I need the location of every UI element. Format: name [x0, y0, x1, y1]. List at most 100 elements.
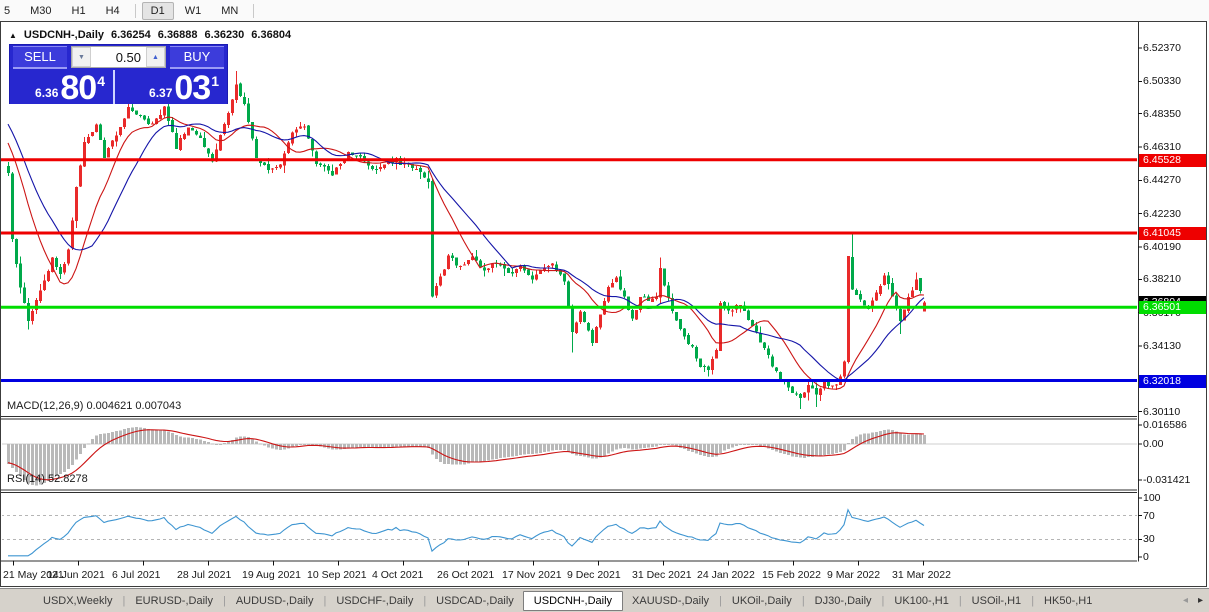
collapse-arrow-icon[interactable]: ▲ — [9, 31, 17, 40]
date-axis-label: 10 Sep 2021 — [307, 569, 367, 581]
candles — [7, 71, 926, 409]
tab-dj30-daily[interactable]: DJ30-,Daily — [806, 592, 881, 610]
tab-xauusd-daily[interactable]: XAUUSD-,Daily — [623, 592, 718, 610]
sell-price-small: 6.36 — [35, 86, 58, 100]
price-axis-tick: 6.48350 — [1143, 108, 1181, 121]
date-axis-label: 19 Aug 2021 — [242, 569, 301, 581]
buy-price-display[interactable]: 6.37 03 1 — [115, 70, 227, 104]
chart-tab-bar: USDX,Weekly|EURUSD-,Daily|AUDUSD-,Daily|… — [0, 588, 1209, 612]
level-price-label: 6.41045 — [1139, 227, 1206, 240]
tab-audusd-daily[interactable]: AUDUSD-,Daily — [227, 592, 323, 610]
price-axis-tick: 6.40190 — [1143, 241, 1181, 254]
date-axis-label: 15 Feb 2022 — [762, 569, 821, 581]
tab-usdx-weekly[interactable]: USDX,Weekly — [34, 592, 121, 610]
buy-price-small: 6.37 — [149, 86, 172, 100]
macd-indicator-label: MACD(12,26,9) 0.004621 0.007043 — [7, 400, 181, 412]
rsi-axis-tick: 70 — [1143, 510, 1155, 523]
date-axis-label: 31 Dec 2021 — [632, 569, 692, 581]
tab-separator: | — [802, 595, 805, 607]
sell-button[interactable]: SELL — [13, 46, 67, 69]
date-axis-label: 14 Jun 2021 — [47, 569, 105, 581]
ohlc-value: 6.36254 — [111, 29, 151, 41]
tab-hk50-h1[interactable]: HK50-,H1 — [1035, 592, 1101, 610]
one-click-trade-widget: SELL ▼ ▲ BUY 6.36 80 4 6.37 03 — [9, 44, 228, 104]
macd-axis-tick: 0.016586 — [1143, 419, 1187, 432]
rsi-axis-tick: 100 — [1143, 492, 1161, 505]
price-axis-tick: 6.52370 — [1143, 42, 1181, 55]
chart-window: ▲ USDCNH-,Daily 6.362546.368886.362306.3… — [0, 21, 1207, 587]
ohlc-values: 6.36254 6.36888 6.36230 6.36804 — [111, 29, 291, 41]
price-axis-tick: 6.38210 — [1143, 273, 1181, 286]
volume-input[interactable] — [91, 47, 146, 67]
tab-eurusd-daily[interactable]: EURUSD-,Daily — [126, 592, 222, 610]
tab-usdcad-daily[interactable]: USDCAD-,Daily — [427, 592, 523, 610]
sell-price-big: 80 — [60, 73, 96, 103]
toolbar-separator — [135, 4, 136, 18]
level-price-label: 6.45528 — [1139, 154, 1206, 167]
date-axis-label: 28 Jul 2021 — [177, 569, 231, 581]
volume-increase-icon[interactable]: ▲ — [146, 47, 165, 67]
volume-spinner: ▼ ▲ — [71, 46, 166, 68]
timeframe-toolbar: 5M30H1H4 D1W1MN — [0, 0, 1209, 21]
timeframe-h4[interactable]: H4 — [97, 2, 129, 20]
macd-plot — [1, 427, 1137, 485]
date-axis-label: 6 Jul 2021 — [112, 569, 160, 581]
ohlc-value: 6.36230 — [205, 29, 245, 41]
date-axis-label: 24 Jan 2022 — [697, 569, 755, 581]
tab-scroll-left-icon[interactable]: ◂ — [1183, 595, 1188, 606]
buy-price-big: 03 — [174, 73, 210, 103]
toolbar-separator — [253, 4, 254, 18]
date-axis-label: 31 Mar 2022 — [892, 569, 951, 581]
sell-price-sup: 4 — [97, 73, 105, 89]
tab-usdcnh-daily[interactable]: USDCNH-,Daily — [523, 591, 623, 611]
timeframe-d1[interactable]: D1 — [142, 2, 174, 20]
ohlc-value: 6.36804 — [251, 29, 291, 41]
macd-axis-tick: -0.031421 — [1143, 474, 1190, 487]
tab-separator: | — [122, 595, 125, 607]
tab-separator: | — [959, 595, 962, 607]
price-axis-tick: 6.34130 — [1143, 340, 1181, 353]
tab-separator: | — [719, 595, 722, 607]
tab-scroll-arrows: ◂▸ — [1183, 595, 1203, 606]
tab-separator: | — [1031, 595, 1034, 607]
tab-ukoil-daily[interactable]: UKOil-,Daily — [723, 592, 801, 610]
macd-axis-tick: 0.00 — [1143, 438, 1163, 451]
price-axis-tick: 6.50330 — [1143, 75, 1181, 88]
timeframe-h1[interactable]: H1 — [63, 2, 95, 20]
buy-button[interactable]: BUY — [170, 46, 224, 69]
volume-decrease-icon[interactable]: ▼ — [72, 47, 91, 67]
rsi-axis-tick: 30 — [1143, 533, 1155, 546]
tab-usoil-h1[interactable]: USOil-,H1 — [963, 592, 1031, 610]
level-price-label: 6.32018 — [1139, 375, 1206, 388]
timeframe-w1[interactable]: W1 — [176, 2, 211, 20]
chart-title: USDCNH-,Daily — [24, 29, 104, 41]
sell-price-display[interactable]: 6.36 80 4 — [10, 70, 115, 104]
tab-uk100-h1[interactable]: UK100-,H1 — [885, 592, 957, 610]
tab-usdchf-daily[interactable]: USDCHF-,Daily — [327, 592, 422, 610]
price-axis-tick: 6.42230 — [1143, 208, 1181, 221]
level-price-label: 6.36501 — [1139, 301, 1206, 314]
ohlc-value: 6.36888 — [158, 29, 198, 41]
price-axis-tick: 6.46310 — [1143, 141, 1181, 154]
timeframe-5[interactable]: 5 — [0, 2, 19, 20]
date-axis-label: 26 Oct 2021 — [437, 569, 494, 581]
date-axis-label: 9 Mar 2022 — [827, 569, 880, 581]
mt4-terminal: 5M30H1H4D1W1MN ▲ USDCNH-,Daily 6.362546.… — [0, 0, 1209, 612]
rsi-indicator-label: RSI(14) 52.8278 — [7, 473, 88, 485]
tab-scroll-right-icon[interactable]: ▸ — [1198, 595, 1203, 606]
buy-price-sup: 1 — [211, 73, 219, 89]
date-axis-label: 4 Oct 2021 — [372, 569, 423, 581]
tab-separator: | — [323, 595, 326, 607]
date-axis-label: 17 Nov 2021 — [502, 569, 562, 581]
chart-title-row: ▲ USDCNH-,Daily 6.362546.368886.362306.3… — [9, 29, 291, 41]
price-axis-tick: 6.44270 — [1143, 174, 1181, 187]
timeframe-m30[interactable]: M30 — [21, 2, 60, 20]
rsi-axis-tick: 0 — [1143, 551, 1149, 564]
tab-separator: | — [423, 595, 426, 607]
tab-separator: | — [223, 595, 226, 607]
price-axis-tick: 6.30110 — [1143, 406, 1180, 419]
tab-separator: | — [882, 595, 885, 607]
rsi-plot — [1, 510, 1137, 556]
date-axis-label: 9 Dec 2021 — [567, 569, 621, 581]
timeframe-mn[interactable]: MN — [212, 2, 247, 20]
